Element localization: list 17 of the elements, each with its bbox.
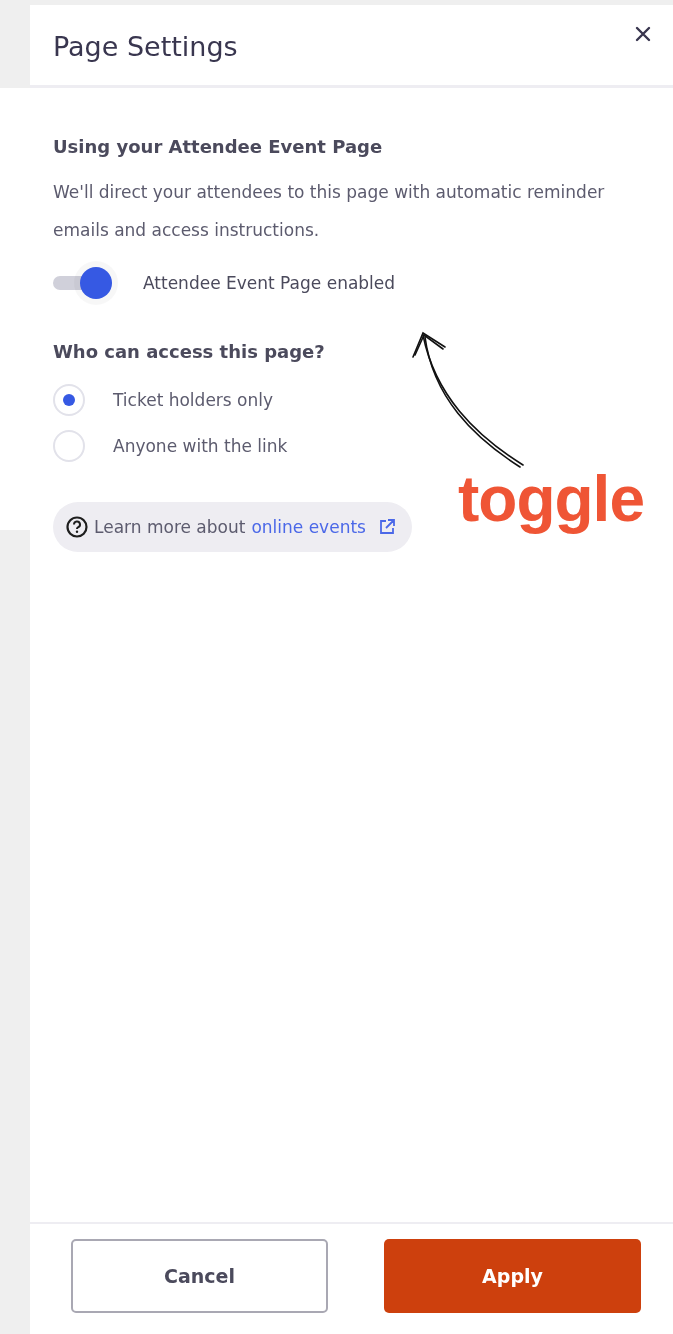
radio-button[interactable] bbox=[53, 430, 85, 462]
toggle-label: Attendee Event Page enabled bbox=[143, 273, 396, 293]
apply-button[interactable]: Apply bbox=[384, 1239, 641, 1313]
radio-button[interactable] bbox=[53, 384, 85, 416]
access-heading: Who can access this page? bbox=[53, 341, 325, 362]
close-icon[interactable] bbox=[635, 26, 651, 42]
panel-title: Page Settings bbox=[53, 30, 238, 62]
help-icon bbox=[66, 516, 88, 538]
radio-label: Anyone with the link bbox=[113, 436, 288, 456]
section-heading: Using your Attendee Event Page bbox=[53, 136, 383, 157]
section-description: We'll direct your attendees to this page with automatic reminder emails and access instructions. bbox=[53, 181, 606, 242]
help-text: Learn more about bbox=[94, 517, 246, 537]
annotation-text: toggle bbox=[458, 462, 644, 536]
cancel-button[interactable]: Cancel bbox=[71, 1239, 328, 1313]
external-link-icon bbox=[377, 518, 396, 536]
radio-label: Ticket holders only bbox=[113, 390, 274, 410]
online-events-link[interactable]: online events bbox=[251, 517, 366, 537]
